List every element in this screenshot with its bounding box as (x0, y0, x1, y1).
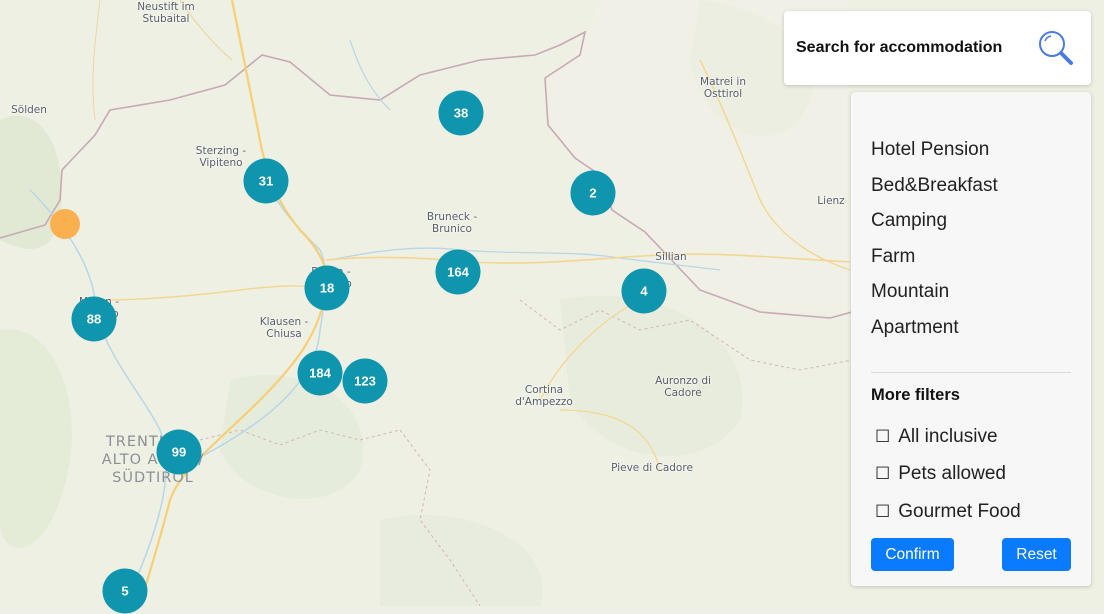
type-apartment[interactable]: Apartment (871, 316, 998, 352)
reset-button[interactable]: Reset (1002, 538, 1071, 571)
cluster-marker[interactable]: 123 (342, 358, 388, 404)
place-label-neustift: Neustift im Stubaital (137, 1, 195, 25)
filter-pets-allowed[interactable]: ☐ Pets allowed (875, 456, 1021, 494)
place-label-klausen: Klausen - Chiusa (259, 316, 309, 340)
checkbox-label: Gourmet Food (898, 500, 1021, 522)
type-hotel-pension[interactable]: Hotel Pension (871, 138, 998, 174)
cluster-marker[interactable]: 31 (243, 158, 289, 204)
cluster-marker[interactable]: 88 (71, 296, 117, 342)
filter-all-inclusive[interactable]: ☐ All inclusive (875, 418, 1021, 456)
checkbox[interactable]: ☐ (875, 427, 890, 447)
place-label-lienz: Lienz (817, 195, 845, 207)
checkbox[interactable]: ☐ (875, 502, 890, 522)
single-marker[interactable] (50, 209, 80, 239)
place-label-pieve: Pieve di Cadore (611, 462, 693, 474)
more-filters-list: ☐ All inclusive ☐ Pets allowed ☐ Gourmet… (875, 418, 1021, 531)
checkbox-label: Pets allowed (898, 463, 1006, 485)
confirm-button[interactable]: Confirm (871, 538, 954, 571)
search-bar[interactable]: Search for accommodation (784, 11, 1091, 85)
cluster-marker[interactable]: 5 (102, 568, 148, 614)
place-label-bruneck: Bruneck - Brunico (426, 211, 478, 235)
place-label-auronzo: Auronzo di Cadore (655, 375, 711, 399)
filter-gourmet-food[interactable]: ☐ Gourmet Food (875, 493, 1021, 531)
place-label-matrei: Matrei in Osttirol (700, 76, 746, 100)
accommodation-type-list: Hotel Pension Bed&Breakfast Camping Farm… (871, 138, 998, 351)
cluster-marker[interactable]: 4 (621, 268, 667, 314)
filter-panel: Hotel Pension Bed&Breakfast Camping Farm… (851, 92, 1091, 586)
cluster-marker[interactable]: 184 (297, 350, 343, 396)
type-bed-breakfast[interactable]: Bed&Breakfast (871, 174, 998, 210)
place-label-sterzing: Sterzing - Vipiteno (195, 145, 247, 169)
cluster-marker[interactable]: 38 (438, 90, 484, 136)
checkbox[interactable]: ☐ (875, 464, 890, 484)
cluster-marker[interactable]: 18 (304, 265, 350, 311)
place-label-solden: Sölden (11, 104, 47, 116)
type-camping[interactable]: Camping (871, 209, 998, 245)
cluster-marker[interactable]: 99 (156, 429, 202, 475)
search-label: Search for accommodation (796, 39, 1003, 56)
place-label-sillian: Sillian (655, 251, 687, 263)
more-filters-title: More filters (871, 386, 960, 404)
type-farm[interactable]: Farm (871, 245, 998, 281)
divider (871, 372, 1071, 373)
magnifier-icon[interactable] (1037, 29, 1075, 67)
type-mountain[interactable]: Mountain (871, 280, 998, 316)
cluster-marker[interactable]: 2 (570, 170, 616, 216)
place-label-cortina: Cortina d'Ampezzo (515, 384, 573, 408)
checkbox-label: All inclusive (898, 425, 998, 447)
cluster-marker[interactable]: 164 (435, 249, 481, 295)
